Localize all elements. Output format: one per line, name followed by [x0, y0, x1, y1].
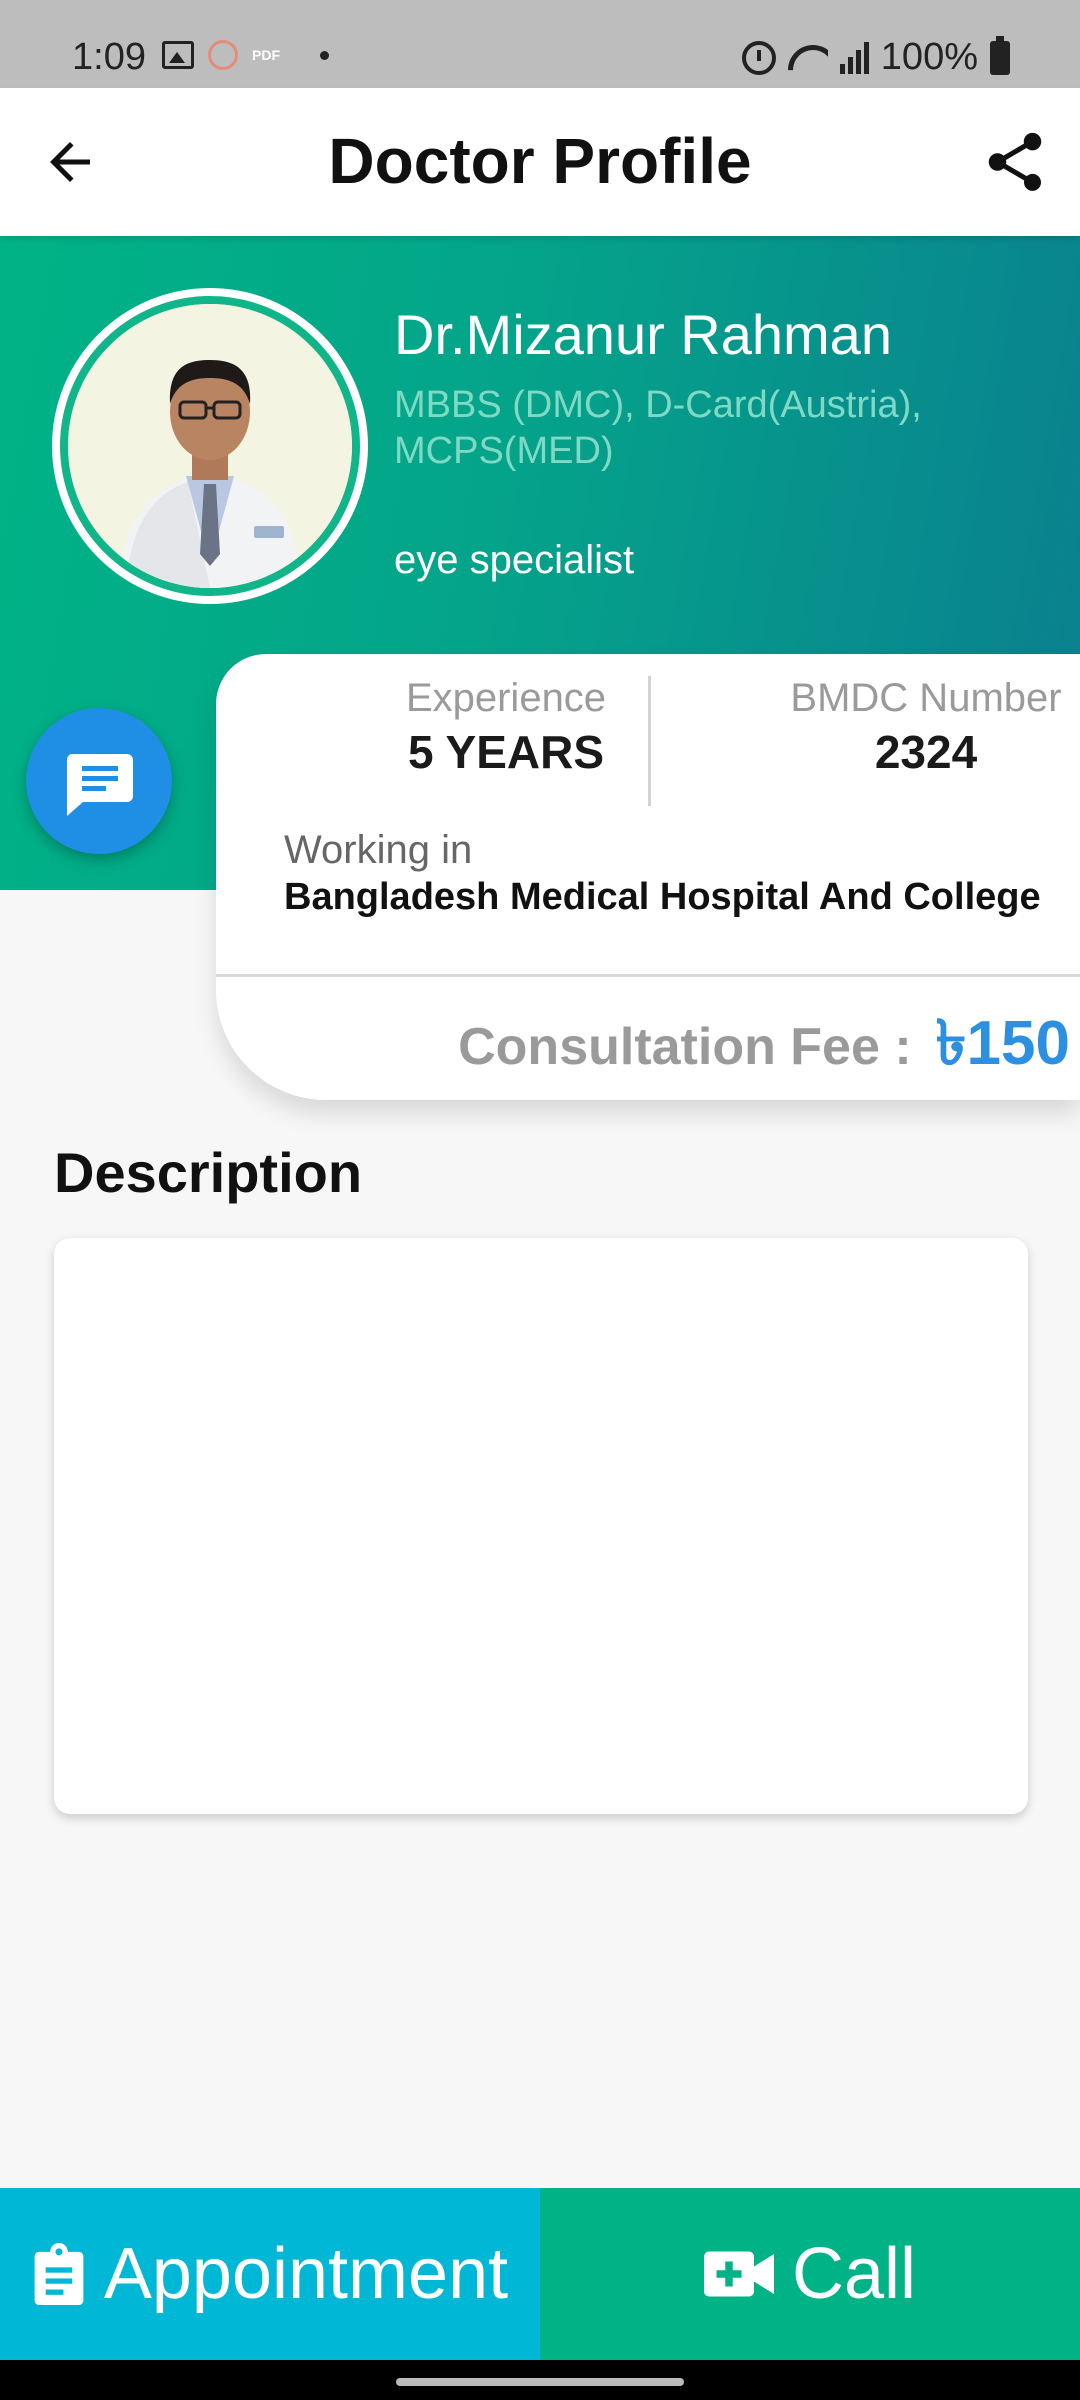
consultation-fee: Consultation Fee : ৳150 [458, 996, 1070, 1099]
signal-icon [839, 41, 869, 74]
doctor-specialty: eye specialist [394, 538, 635, 582]
bottom-action-bar: Appointment Call [0, 2188, 1080, 2360]
experience-label: Experience [405, 676, 607, 720]
app-bar: Doctor Profile [0, 88, 1080, 236]
description-title: Description [54, 1141, 363, 1204]
appointment-button[interactable]: Appointment [0, 2188, 540, 2360]
working-in-label: Working in [284, 828, 473, 872]
experience-stat: Experience 5 YEARS [356, 676, 656, 779]
status-bar: 1:09 PDF 100% [0, 0, 1080, 88]
video-call-icon [703, 2251, 774, 2297]
experience-value: 5 YEARS [407, 726, 605, 778]
notification-icons: PDF [162, 40, 329, 70]
battery-percent: 100% [880, 36, 978, 78]
doctor-info-card: Experience 5 YEARS BMDC Number 2324 Work… [216, 654, 1080, 1100]
description-box [54, 1238, 1028, 1814]
doctor-avatar [52, 288, 368, 604]
doctor-photo [60, 296, 360, 596]
appointment-label: Appointment [103, 2234, 509, 2314]
battery-icon [990, 35, 1010, 75]
stat-divider [648, 676, 651, 806]
home-handle[interactable] [396, 2378, 684, 2386]
video-call-button[interactable]: Call [540, 2188, 1080, 2360]
wifi-icon [788, 41, 828, 75]
call-label: Call [791, 2234, 917, 2314]
working-in-value: Bangladesh Medical Hospital And College [284, 876, 1041, 918]
clipboard-icon [34, 2243, 84, 2305]
bmdc-label: BMDC Number [790, 676, 1062, 720]
alarm-icon [741, 40, 776, 75]
chat-icon [66, 754, 133, 816]
system-nav-bar [0, 2360, 1080, 2400]
status-time: 1:09 [72, 36, 146, 78]
page-title: Doctor Profile [328, 125, 752, 197]
share-button[interactable] [980, 126, 1050, 198]
bmdc-stat: BMDC Number 2324 [776, 676, 1076, 779]
card-divider [216, 974, 1080, 977]
bmdc-value: 2324 [874, 726, 978, 778]
doctor-portrait-icon [68, 304, 352, 588]
image-notification-icon [162, 41, 194, 69]
apple-notification-icon [208, 40, 238, 70]
chat-button[interactable] [26, 708, 172, 854]
doctor-name: Dr.Mizanur Rahman [394, 303, 892, 366]
share-icon [988, 132, 1042, 191]
consultation-fee-label: Consultation Fee : [458, 1018, 912, 1076]
system-icons: 100% [741, 35, 1010, 79]
pdf-notification-icon: PDF [252, 47, 280, 63]
consultation-fee-value: ৳150 [935, 1009, 1070, 1078]
more-notifications-dot-icon [320, 50, 329, 60]
doctor-degrees: MBBS (DMC), D-Card(Austria), MCPS(MED) [394, 384, 922, 472]
